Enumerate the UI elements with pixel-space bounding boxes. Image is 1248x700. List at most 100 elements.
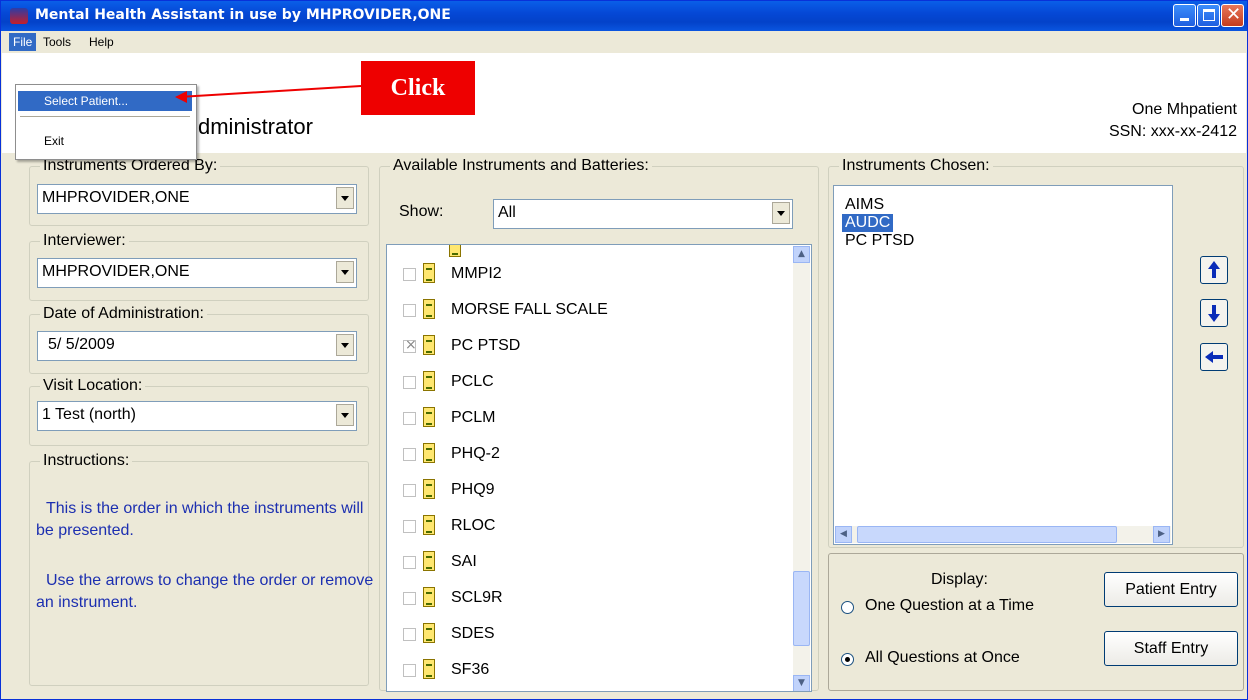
instrument-checkbox[interactable] <box>403 376 416 389</box>
document-icon <box>423 551 435 571</box>
document-icon <box>423 659 435 679</box>
instrument-name: RLOC <box>451 517 496 534</box>
instrument-checkbox[interactable] <box>403 304 416 317</box>
radio-one-question[interactable] <box>841 601 854 614</box>
chevron-down-icon[interactable] <box>336 404 354 426</box>
document-icon <box>423 335 435 355</box>
chevron-down-icon[interactable] <box>336 187 354 209</box>
menu-item-exit[interactable]: Exit <box>18 131 192 151</box>
instructions-group: Instructions: This is the order in which… <box>29 452 373 686</box>
instrument-checkbox[interactable] <box>403 592 416 605</box>
close-icon: ✕ <box>1226 4 1242 25</box>
close-button[interactable]: ✕ <box>1221 4 1244 27</box>
patient-ssn: SSN: xxx-xx-2412 <box>1108 123 1237 140</box>
maximize-icon <box>1203 9 1215 21</box>
chosen-item-audc[interactable]: AUDC <box>842 214 894 232</box>
instrument-name: MORSE FALL SCALE <box>451 301 608 318</box>
scroll-thumb[interactable] <box>793 571 810 646</box>
arrow-left-icon <box>1205 351 1223 363</box>
chevron-down-icon[interactable] <box>336 261 354 283</box>
horizontal-scrollbar[interactable]: ◀ ▶ <box>835 526 1171 543</box>
available-instruments-list[interactable]: MMPI2 MORSE FALL SCALE PC PTSD PCLC PCLM PHQ-… <box>386 244 812 692</box>
visit-location-combo[interactable]: 1 Test (north) <box>37 401 357 431</box>
option-one-question-label: One Question at a Time <box>865 597 1034 614</box>
instrument-checkbox[interactable] <box>403 556 416 569</box>
menu-bar: File Tools Help <box>1 31 1247 53</box>
vertical-scrollbar[interactable]: ▲ ▼ <box>793 246 810 691</box>
menu-file[interactable]: File <box>9 33 37 51</box>
scroll-down-icon[interactable]: ▼ <box>793 675 810 691</box>
document-icon <box>423 443 435 463</box>
move-down-button[interactable] <box>1200 299 1228 327</box>
document-icon <box>423 407 435 427</box>
ordered-by-value: MHPROVIDER,ONE <box>42 189 190 206</box>
ordered-by-combo[interactable]: MHPROVIDER,ONE <box>37 184 357 214</box>
option-all-questions-label: All Questions at Once <box>865 649 1020 666</box>
document-icon <box>423 623 435 643</box>
scroll-thumb[interactable] <box>857 526 1117 543</box>
instrument-checkbox[interactable] <box>403 484 416 497</box>
visit-location-legend: Visit Location: <box>40 377 146 395</box>
menu-tools[interactable]: Tools <box>39 33 75 51</box>
document-icon <box>423 263 435 283</box>
chosen-item-aims[interactable]: AIMS <box>842 196 887 214</box>
interviewer-value: MHPROVIDER,ONE <box>42 263 190 280</box>
move-up-button[interactable] <box>1200 256 1228 284</box>
date-value: 5/ 5/2009 <box>48 336 115 353</box>
main-window: Mental Health Assistant in use by MHPROV… <box>0 0 1248 700</box>
instrument-checkbox[interactable] <box>403 337 417 353</box>
instructions-text-2: Use the arrows to change the order or re… <box>36 572 374 611</box>
title-bar[interactable]: Mental Health Assistant in use by MHPROV… <box>1 1 1247 31</box>
document-icon <box>423 479 435 499</box>
instrument-name: PCLM <box>451 409 496 426</box>
scroll-right-icon[interactable]: ▶ <box>1153 526 1170 543</box>
instrument-checkbox[interactable] <box>403 664 416 677</box>
show-label: Show: <box>399 203 444 220</box>
instrument-checkbox[interactable] <box>403 412 416 425</box>
staff-entry-button[interactable]: Staff Entry <box>1104 631 1238 666</box>
instructions-text-1: This is the order in which the instrumen… <box>36 500 364 539</box>
minimize-button[interactable] <box>1173 4 1196 27</box>
instruments-chosen-list[interactable]: AIMS AUDC PC PTSD ◀ ▶ <box>833 185 1173 545</box>
document-icon <box>423 587 435 607</box>
chosen-legend: Instruments Chosen: <box>839 157 993 175</box>
window-title: Mental Health Assistant in use by MHPROV… <box>35 7 451 23</box>
app-icon <box>10 8 28 24</box>
instrument-checkbox[interactable] <box>403 628 416 641</box>
remove-button[interactable] <box>1200 343 1228 371</box>
available-legend: Available Instruments and Batteries: <box>390 157 652 175</box>
date-legend: Date of Administration: <box>40 305 207 323</box>
instrument-name: SDES <box>451 625 495 642</box>
interviewer-combo[interactable]: MHPROVIDER,ONE <box>37 258 357 288</box>
page-title: dministrator <box>198 114 313 139</box>
display-label: Display: <box>931 571 988 588</box>
instructions-legend: Instructions: <box>40 452 133 470</box>
document-icon <box>423 515 435 535</box>
instrument-checkbox[interactable] <box>403 520 416 533</box>
instrument-name: PHQ9 <box>451 481 495 498</box>
arrow-up-icon <box>1208 261 1220 278</box>
scroll-up-icon[interactable]: ▲ <box>793 246 810 263</box>
instrument-checkbox[interactable] <box>403 448 416 461</box>
show-filter-combo[interactable]: All <box>493 199 793 229</box>
instrument-name: PHQ-2 <box>451 445 500 462</box>
document-icon <box>423 299 435 319</box>
instrument-name: SAI <box>451 553 477 570</box>
callout-arrow-icon <box>175 85 362 103</box>
click-callout: Click <box>361 61 475 115</box>
date-picker[interactable]: 5/ 5/2009 <box>37 331 357 361</box>
scroll-left-icon[interactable]: ◀ <box>835 526 852 543</box>
radio-all-questions[interactable] <box>841 653 854 666</box>
document-icon <box>449 245 461 257</box>
chevron-down-icon[interactable] <box>772 202 790 224</box>
menu-help[interactable]: Help <box>85 33 118 51</box>
maximize-button[interactable] <box>1197 4 1220 27</box>
instrument-name: SCL9R <box>451 589 503 606</box>
chevron-down-icon[interactable] <box>336 334 354 356</box>
patient-entry-button[interactable]: Patient Entry <box>1104 572 1238 607</box>
chosen-item-pc-ptsd[interactable]: PC PTSD <box>842 232 917 250</box>
instrument-checkbox[interactable] <box>403 268 416 281</box>
show-filter-value: All <box>498 204 516 221</box>
instrument-name: MMPI2 <box>451 265 502 282</box>
visit-location-value: 1 Test (north) <box>42 406 136 423</box>
